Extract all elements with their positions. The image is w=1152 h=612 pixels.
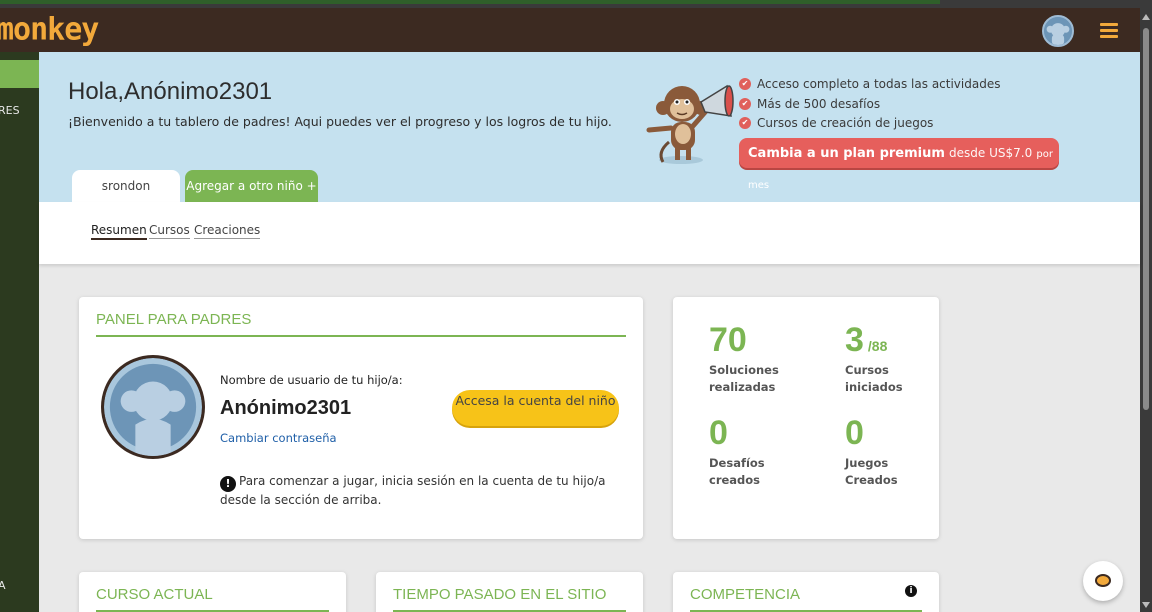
change-password-link[interactable]: Cambiar contraseña xyxy=(220,431,337,445)
benefit-item: ✔ Más de 500 desafíos xyxy=(739,96,1000,116)
solutions-count: 70 xyxy=(709,321,747,359)
games-count: 0 xyxy=(845,414,864,452)
time-spent-card: TIEMPO PASADO EN EL SITIO xyxy=(376,572,643,612)
title-divider xyxy=(96,335,626,337)
games-label: Juegos Creados xyxy=(845,456,898,487)
child-avatar xyxy=(101,355,205,459)
competence-card: COMPETENCIA i xyxy=(673,572,939,612)
scroll-down-arrow-icon[interactable] xyxy=(1142,602,1150,608)
card-title: COMPETENCIA xyxy=(690,586,801,603)
login-notice: ! Para comenzar a jugar, inicia sesión en… xyxy=(220,473,620,509)
username-label: Nombre de usuario de tu hijo/a: xyxy=(220,373,403,387)
tab-cursos[interactable]: Cursos xyxy=(149,223,190,239)
tab-resumen[interactable]: Resumen xyxy=(91,223,147,240)
sidebar-item-label[interactable]: RES xyxy=(0,104,20,117)
solutions-label: Soluciones realizadas xyxy=(709,363,779,394)
sidebar-item-label[interactable]: A xyxy=(0,579,6,592)
page-scrollbar[interactable] xyxy=(1140,8,1152,612)
courses-count: 3/88 xyxy=(845,321,887,360)
premium-benefits-list: ✔ Acceso completo a todas las actividades… xyxy=(739,76,1000,135)
page-title: Hola,Anónimo2301 xyxy=(68,78,273,105)
card-title: TIEMPO PASADO EN EL SITIO xyxy=(393,586,607,603)
menu-hamburger-icon[interactable] xyxy=(1098,21,1120,41)
challenges-count: 0 xyxy=(709,414,728,452)
check-icon: ✔ xyxy=(739,78,751,90)
child-username: Anónimo2301 xyxy=(220,397,352,419)
parent-panel-card: PANEL PARA PADRES Nombre de usuario de t… xyxy=(79,297,643,539)
stats-card: 70 Soluciones realizadas 3/88 Cursos ini… xyxy=(673,297,939,539)
courses-value: 3 xyxy=(845,321,864,359)
challenges-label: Desafíos creados xyxy=(709,456,765,487)
scroll-thumb[interactable] xyxy=(1143,28,1149,410)
top-navbar: monkey xyxy=(0,8,1152,52)
browser-topline xyxy=(0,0,1152,8)
benefit-text: Cursos de creación de juegos xyxy=(757,116,934,130)
sidebar-item-active[interactable] xyxy=(0,60,39,88)
tab-creaciones[interactable]: Creaciones xyxy=(194,223,261,239)
upgrade-premium-button[interactable]: Cambia a un plan premium desde US$7.0 po… xyxy=(739,138,1059,191)
hero-banner: Hola,Anónimo2301 ¡Bienvenido a tu tabler… xyxy=(39,52,1140,204)
card-title: PANEL PARA PADRES xyxy=(96,311,252,328)
section-subnav: Resumen Cursos Creaciones xyxy=(39,202,1140,264)
monkey-silhouette-icon xyxy=(104,358,202,456)
courses-label: Cursos iniciados xyxy=(845,363,903,394)
welcome-text: ¡Bienvenido a tu tablero de padres! Aqui… xyxy=(68,114,612,129)
user-avatar-icon[interactable] xyxy=(1042,15,1074,47)
tab-child-srondon[interactable]: srondon xyxy=(72,170,180,204)
check-icon: ✔ xyxy=(739,117,751,129)
sidebar: RES A xyxy=(0,52,39,612)
benefit-item: ✔ Cursos de creación de juegos xyxy=(739,115,1000,135)
benefit-text: Acceso completo a todas las actividades xyxy=(757,77,1001,91)
notice-text: Para comenzar a jugar, inicia sesión en … xyxy=(220,474,606,507)
benefit-text: Más de 500 desafíos xyxy=(757,96,881,111)
access-child-account-button[interactable]: Accesa la cuenta del niño xyxy=(452,390,619,426)
card-title: CURSO ACTUAL xyxy=(96,586,213,603)
premium-price: desde US$7.0 xyxy=(949,146,1033,160)
courses-total: /88 xyxy=(867,338,888,354)
exclamation-icon: ! xyxy=(220,476,236,492)
premium-label: Cambia a un plan premium xyxy=(748,146,945,161)
scroll-up-arrow-icon[interactable] xyxy=(1142,14,1150,20)
chat-support-button[interactable] xyxy=(1083,561,1123,601)
add-child-button[interactable]: Agregar a otro niño + xyxy=(185,170,318,202)
monkey-megaphone-illustration xyxy=(646,84,734,164)
chat-icon xyxy=(1095,574,1111,587)
check-icon: ✔ xyxy=(739,97,751,110)
loading-strip xyxy=(0,0,940,4)
benefit-item: ✔ Acceso completo a todas las actividades xyxy=(739,76,1000,96)
info-icon[interactable]: i xyxy=(905,585,917,597)
current-course-card: CURSO ACTUAL xyxy=(79,572,346,612)
app-logo[interactable]: monkey xyxy=(0,11,99,48)
